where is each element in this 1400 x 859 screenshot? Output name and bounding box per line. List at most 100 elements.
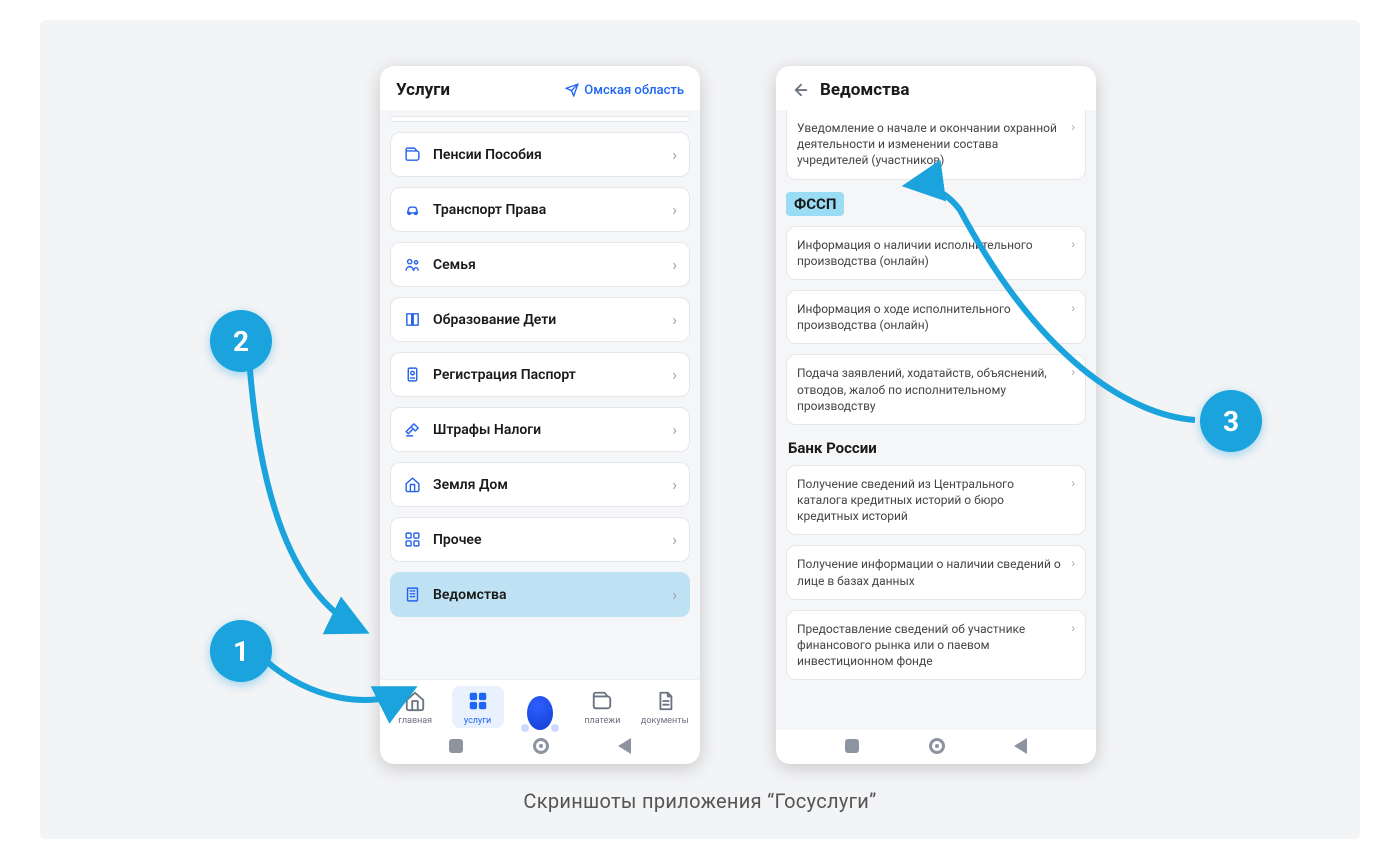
nav-label: услуги — [464, 716, 491, 726]
services-body: Пенсии Пособия › Транспорт Права › Семья… — [380, 110, 700, 679]
home-icon[interactable] — [929, 738, 945, 754]
recent-apps-icon[interactable] — [449, 739, 463, 753]
chevron-right-icon: › — [672, 200, 677, 219]
chevron-right-icon: › — [1071, 556, 1075, 570]
service-label: Образование Дети — [433, 312, 660, 328]
location-icon — [565, 83, 579, 97]
back-icon[interactable] — [1014, 738, 1027, 754]
robot-icon — [527, 696, 553, 730]
chevron-right-icon: › — [1071, 365, 1075, 379]
nav-label: платежи — [584, 716, 620, 726]
grid-icon — [403, 531, 421, 549]
list-item[interactable]: Информация о ходе исполнительного произв… — [786, 290, 1086, 344]
nav-документы[interactable]: документы — [639, 686, 691, 728]
back-icon[interactable] — [618, 738, 631, 754]
service-item-3[interactable]: Образование Дети › — [390, 297, 690, 342]
nav-главная[interactable]: главная — [389, 686, 441, 728]
service-label: Семья — [433, 257, 660, 273]
service-label: Земля Дом — [433, 477, 660, 493]
phone-agencies: Ведомства Уведомление о начале и окончан… — [776, 66, 1096, 764]
list-item[interactable]: Подача заявлений, ходатайств, объяснений… — [786, 354, 1086, 425]
section-header-fssp: ФССП — [786, 192, 844, 216]
nav-assistant[interactable] — [514, 698, 566, 728]
doc-icon — [652, 688, 678, 714]
page-title: Услуги — [396, 80, 450, 100]
list-item[interactable]: Информация о наличии исполнительного про… — [786, 226, 1086, 280]
service-label: Ведомства — [433, 587, 660, 603]
chevron-right-icon: › — [672, 255, 677, 274]
service-item-2[interactable]: Семья › — [390, 242, 690, 287]
nav-платежи[interactable]: платежи — [576, 686, 628, 728]
service-item-5[interactable]: Штрафы Налоги › — [390, 407, 690, 452]
step-badge-2: 2 — [210, 310, 272, 372]
scroll-hint-bar — [390, 116, 690, 122]
chevron-right-icon: › — [1071, 301, 1075, 315]
chevron-right-icon: › — [672, 365, 677, 384]
chevron-right-icon: › — [672, 475, 677, 494]
step-badge-1: 1 — [210, 620, 272, 682]
home-icon[interactable] — [533, 738, 549, 754]
nav-услуги[interactable]: услуги — [452, 686, 504, 728]
car-icon — [403, 201, 421, 219]
list-item[interactable]: Предоставление сведений об участнике фин… — [786, 610, 1086, 681]
item-text: Информация о наличии исполнительного про… — [797, 237, 1063, 269]
service-item-6[interactable]: Земля Дом › — [390, 462, 690, 507]
chevron-right-icon: › — [672, 530, 677, 549]
chevron-right-icon: › — [672, 310, 677, 329]
item-text: Получение информации о наличии сведений … — [797, 556, 1063, 588]
service-item-0[interactable]: Пенсии Пособия › — [390, 132, 690, 177]
gavel-icon — [403, 421, 421, 439]
item-text: Получение сведений из Центрального катал… — [797, 476, 1063, 525]
phone-services: Услуги Омская область Пенсии Пособия › Т… — [380, 66, 700, 764]
android-nav — [380, 730, 700, 764]
recent-apps-icon[interactable] — [845, 739, 859, 753]
annotation-arrows — [40, 20, 1360, 839]
home-icon — [402, 688, 428, 714]
robot-icon — [527, 700, 553, 726]
book-icon — [403, 311, 421, 329]
header-agencies: Ведомства — [776, 66, 1096, 110]
section-header-bank: Банк России — [786, 435, 1086, 465]
stage: Услуги Омская область Пенсии Пособия › Т… — [40, 20, 1360, 839]
nav-label: документы — [641, 716, 689, 726]
chevron-right-icon: › — [1071, 476, 1075, 490]
item-text: Предоставление сведений об участнике фин… — [797, 621, 1063, 670]
list-item[interactable]: Уведомление о начале и окончании охранно… — [786, 110, 1086, 180]
chevron-right-icon: › — [1071, 120, 1075, 134]
service-item-7[interactable]: Прочее › — [390, 517, 690, 562]
chevron-right-icon: › — [1071, 621, 1075, 635]
service-label: Прочее — [433, 532, 660, 548]
service-label: Регистрация Паспорт — [433, 367, 660, 383]
service-item-8[interactable]: Ведомства › — [390, 572, 690, 617]
bottom-nav: главная услуги платежи документы — [380, 679, 700, 730]
family-icon — [403, 256, 421, 274]
service-label: Пенсии Пособия — [433, 147, 660, 163]
list-item[interactable]: Получение сведений из Центрального катал… — [786, 465, 1086, 536]
chevron-right-icon: › — [672, 145, 677, 164]
building-icon — [403, 586, 421, 604]
region-selector[interactable]: Омская область — [565, 83, 684, 98]
canvas: Услуги Омская область Пенсии Пособия › Т… — [0, 0, 1400, 859]
service-label: Штрафы Налоги — [433, 422, 660, 438]
back-button[interactable] — [792, 81, 810, 99]
nav-label: главная — [398, 716, 432, 726]
region-label: Омская область — [584, 83, 684, 98]
chevron-right-icon: › — [672, 420, 677, 439]
grid-icon — [465, 688, 491, 714]
service-label: Транспорт Права — [433, 202, 660, 218]
figure-caption: Скриншоты приложения “Госуслуги” — [40, 789, 1360, 813]
step-badge-3: 3 — [1200, 390, 1262, 452]
item-text: Уведомление о начале и окончании охранно… — [797, 120, 1063, 169]
service-item-4[interactable]: Регистрация Паспорт › — [390, 352, 690, 397]
chevron-right-icon: › — [1071, 237, 1075, 251]
wallet-icon — [403, 146, 421, 164]
passport-icon — [403, 366, 421, 384]
arrow-left-icon — [792, 81, 810, 99]
item-text: Информация о ходе исполнительного произв… — [797, 301, 1063, 333]
service-item-1[interactable]: Транспорт Права › — [390, 187, 690, 232]
agencies-body: Уведомление о начале и окончании охранно… — [776, 110, 1096, 730]
list-item[interactable]: Получение информации о наличии сведений … — [786, 545, 1086, 599]
chevron-right-icon: › — [672, 585, 677, 604]
wallet-icon — [589, 688, 615, 714]
android-nav — [776, 730, 1096, 764]
